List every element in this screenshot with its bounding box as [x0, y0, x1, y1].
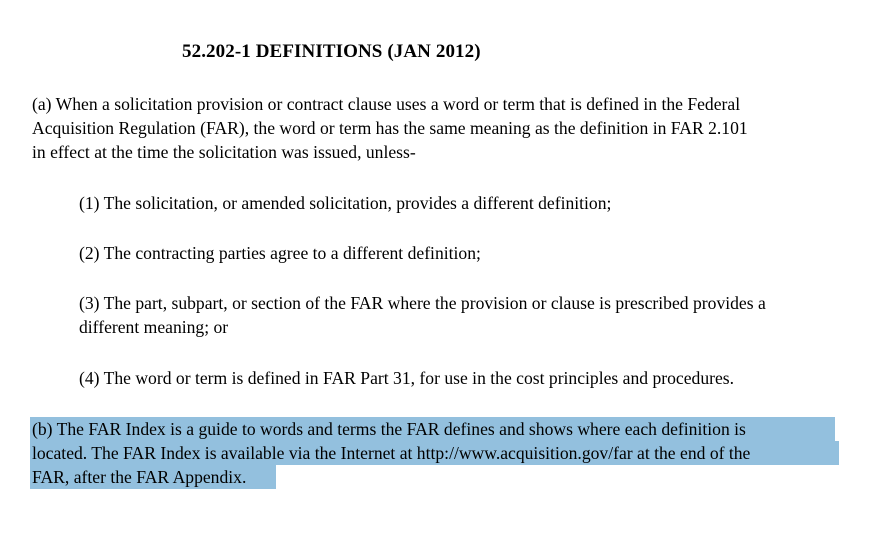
item-4-text: (4) The word or term is defined in FAR P… [79, 368, 735, 388]
item-3-line-1: (3) The part, subpart, or section of the… [79, 293, 766, 313]
para-a-line-2: Acquisition Regulation (FAR), the word o… [32, 118, 748, 138]
para-b-line-3[interactable]: FAR, after the FAR Appendix. [32, 465, 246, 489]
para-a-line-3: in effect at the time the solicitation w… [32, 142, 416, 162]
para-b-line-1[interactable]: (b) The FAR Index is a guide to words an… [32, 417, 746, 441]
document-page: 52.202-1 DEFINITIONS (JAN 2012) (a) When… [0, 0, 873, 539]
para-a-line-1: (a) When a solicitation provision or con… [32, 94, 741, 114]
clause-title: 52.202-1 DEFINITIONS (JAN 2012) [182, 41, 481, 62]
para-b-line-2[interactable]: located. The FAR Index is available via … [32, 441, 750, 465]
item-3-line-2: different meaning; or [79, 317, 229, 337]
item-2-text: (2) The contracting parties agree to a d… [79, 243, 481, 263]
item-1-text: (1) The solicitation, or amended solicit… [79, 193, 612, 213]
